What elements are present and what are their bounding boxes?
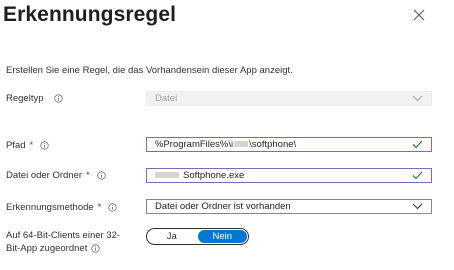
bitness-label-line1: Auf 64-Bit-Clients einer 32- — [6, 230, 121, 241]
rule-type-value: Datei — [155, 93, 178, 104]
redacted-segment — [234, 141, 249, 148]
bitness-toggle[interactable]: Ja Nein — [146, 228, 249, 245]
checkmark-icon — [412, 140, 423, 149]
close-icon[interactable] — [411, 7, 427, 23]
detection-method-label-row: Erkennungsmethode * — [6, 202, 118, 213]
toggle-option-yes[interactable]: Ja — [147, 229, 197, 244]
rule-type-label-row: Regeltyp — [6, 93, 63, 104]
bitness-label-line2: Bit-App zugeordnet — [6, 243, 88, 254]
detection-method-value: Datei oder Ordner ist vorhanden — [155, 201, 291, 212]
file-or-folder-label: Datei oder Ordner — [6, 170, 83, 181]
path-label-row: Pfad * — [6, 140, 49, 151]
file-or-folder-value-wrap: Softphone.exe — [155, 170, 412, 181]
required-asterisk: * — [29, 140, 34, 151]
file-or-folder-value: Softphone.exe — [183, 170, 245, 181]
detection-method-label: Erkennungsmethode — [6, 202, 94, 213]
required-asterisk: * — [86, 170, 90, 181]
chevron-down-icon — [412, 203, 423, 210]
path-input[interactable]: %ProgramFiles%\i \softphone\ — [146, 137, 432, 152]
rule-type-label: Regeltyp — [6, 93, 44, 104]
info-icon[interactable] — [40, 141, 49, 150]
file-or-folder-label-row: Datei oder Ordner * — [6, 170, 106, 181]
info-icon[interactable] — [53, 94, 63, 103]
detection-method-dropdown[interactable]: Datei oder Ordner ist vorhanden — [146, 199, 432, 214]
bitness-label-line2-row: Bit-App zugeordnet — [6, 242, 120, 255]
checkmark-icon — [412, 171, 423, 180]
rule-type-dropdown: Datei — [146, 91, 432, 106]
redacted-segment — [155, 172, 179, 179]
info-icon[interactable] — [108, 203, 118, 212]
path-value-suffix: \softphone\ — [249, 139, 297, 150]
path-value: %ProgramFiles%\i \softphone\ — [155, 139, 412, 150]
path-value-prefix: %ProgramFiles%\i — [155, 139, 234, 150]
info-icon[interactable] — [91, 244, 100, 253]
path-label: Pfad — [6, 140, 26, 151]
toggle-option-no[interactable]: Nein — [197, 230, 247, 243]
chevron-down-icon — [412, 95, 423, 102]
required-asterisk: * — [97, 202, 102, 213]
file-or-folder-input[interactable]: Softphone.exe — [146, 168, 432, 183]
intro-text: Erstellen Sie eine Regel, die das Vorhan… — [6, 65, 293, 76]
panel-title: Erkennungsregel — [3, 3, 177, 26]
detection-rule-panel: Erkennungsregel Erstellen Sie eine Regel… — [0, 0, 454, 270]
bitness-label: Auf 64-Bit-Clients einer 32- Bit-App zug… — [6, 229, 120, 255]
info-icon[interactable] — [97, 171, 106, 180]
